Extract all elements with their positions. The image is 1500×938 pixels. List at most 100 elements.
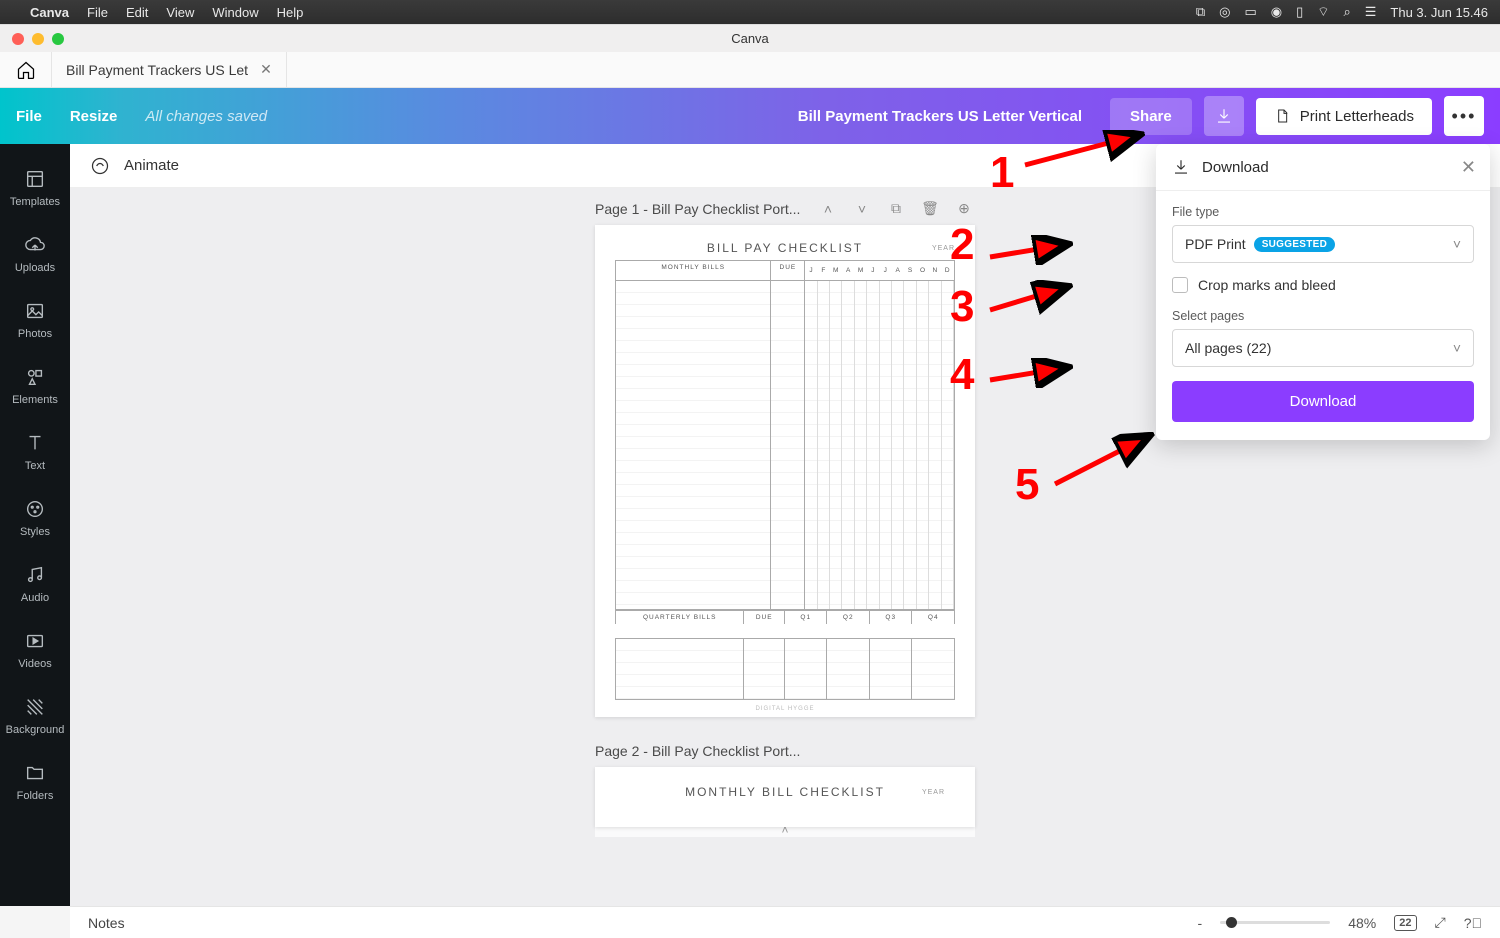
crop-marks-checkbox[interactable] xyxy=(1172,277,1188,293)
tool-sidepanel: Templates Uploads Photos Elements Text S… xyxy=(0,144,70,906)
annotation-1: 1 xyxy=(990,148,1014,198)
page-2-heading: MONTHLY BILL CHECKLIST xyxy=(615,785,955,799)
styles-icon xyxy=(24,498,46,520)
download-panel: Download ✕ File type PDF Print SUGGESTED… xyxy=(1156,144,1490,440)
more-options-button[interactable]: ••• xyxy=(1444,96,1484,136)
sidepanel-elements[interactable]: Elements xyxy=(0,356,70,416)
wifi-icon[interactable]: ⌔ xyxy=(1317,4,1329,20)
editor-actionbar: File Resize All changes saved Bill Payme… xyxy=(0,88,1500,144)
macos-menubar: Canva File Edit View Window Help ⧉ ◎ ▭ ◉… xyxy=(0,0,1500,24)
page-2-label[interactable]: Page 2 - Bill Pay Checklist Port... xyxy=(595,743,975,759)
sidepanel-styles[interactable]: Styles xyxy=(0,488,70,548)
menu-view[interactable]: View xyxy=(166,5,194,20)
annotation-3: 3 xyxy=(950,282,974,332)
menu-edit[interactable]: Edit xyxy=(126,5,148,20)
templates-icon xyxy=(24,168,46,190)
page-up-icon[interactable]: ˄ xyxy=(817,201,839,217)
panel-title: Download xyxy=(1202,159,1269,176)
download-button[interactable] xyxy=(1204,96,1244,136)
notes-button[interactable]: Notes xyxy=(88,915,125,931)
tab-document[interactable]: Bill Payment Trackers US Let ✕ xyxy=(52,52,287,88)
page-1-header: Page 1 - Bill Pay Checklist Port... ˄ ˅ … xyxy=(595,188,975,225)
minimize-window-icon[interactable] xyxy=(32,33,44,45)
animate-button[interactable]: Animate xyxy=(124,157,179,174)
uploads-icon xyxy=(24,234,46,256)
download-submit-button[interactable]: Download xyxy=(1172,381,1474,422)
close-panel-icon[interactable]: ✕ xyxy=(1461,157,1476,178)
file-menu[interactable]: File xyxy=(16,108,42,125)
annotation-arrow-1 xyxy=(1020,130,1150,170)
page-1[interactable]: BILL PAY CHECKLIST YEAR MONTHLY BILLS DU… xyxy=(595,225,975,717)
home-button[interactable] xyxy=(0,52,52,88)
clock[interactable]: Thu 3. Jun 15.46 xyxy=(1390,5,1488,20)
page-brand: DIGITAL HYGGE xyxy=(615,706,955,712)
fullscreen-window-icon[interactable] xyxy=(52,33,64,45)
page-1-label[interactable]: Page 1 - Bill Pay Checklist Port... xyxy=(595,201,805,217)
file-type-select[interactable]: PDF Print SUGGESTED ˅ xyxy=(1172,225,1474,263)
duplicate-page-icon[interactable]: ⧉ xyxy=(885,200,907,217)
select-pages-value: All pages (22) xyxy=(1185,340,1271,356)
app-name[interactable]: Canva xyxy=(30,5,69,20)
tabstrip: Bill Payment Trackers US Let ✕ xyxy=(0,52,1500,88)
folders-icon xyxy=(24,762,46,784)
print-letterheads-button[interactable]: Print Letterheads xyxy=(1256,98,1432,135)
fullscreen-icon[interactable]: ⤢ xyxy=(1435,914,1446,931)
close-window-icon[interactable] xyxy=(12,33,24,45)
sidepanel-folders[interactable]: Folders xyxy=(0,752,70,812)
spotlight-icon[interactable]: ⌕ xyxy=(1343,4,1350,20)
page-down-icon[interactable]: ˅ xyxy=(851,201,873,217)
file-type-label: File type xyxy=(1172,205,1474,219)
annotation-2: 2 xyxy=(950,220,974,270)
window-titlebar: Canva xyxy=(0,24,1500,52)
help-icon[interactable]: ?⃝ xyxy=(1464,915,1482,931)
suggested-badge: SUGGESTED xyxy=(1254,237,1336,252)
chevron-down-icon: ˅ xyxy=(1453,236,1461,252)
add-page-icon[interactable]: ⊕ xyxy=(953,200,975,217)
record-icon[interactable]: ◉ xyxy=(1271,4,1282,20)
share-button[interactable]: Share xyxy=(1110,98,1192,135)
sidepanel-uploads[interactable]: Uploads xyxy=(0,224,70,284)
tab-close-icon[interactable]: ✕ xyxy=(260,61,272,78)
select-pages-select[interactable]: All pages (22) ˅ xyxy=(1172,329,1474,367)
zoom-value[interactable]: 48% xyxy=(1348,915,1376,931)
resize-menu[interactable]: Resize xyxy=(70,108,118,125)
annotation-4: 4 xyxy=(950,350,974,400)
home-icon xyxy=(16,60,36,80)
page-2[interactable]: MONTHLY BILL CHECKLIST YEAR xyxy=(595,767,975,827)
annotation-arrow-5 xyxy=(1050,432,1160,492)
traffic-lights[interactable] xyxy=(0,33,64,45)
sidepanel-background[interactable]: Background xyxy=(0,686,70,746)
dropbox-icon[interactable]: ⧉ xyxy=(1196,4,1205,20)
page-2-header: Page 2 - Bill Pay Checklist Port... xyxy=(595,731,975,767)
save-status: All changes saved xyxy=(145,108,267,125)
menu-file[interactable]: File xyxy=(87,5,108,20)
battery-icon[interactable]: ▯ xyxy=(1296,4,1303,20)
document-title: Bill Payment Trackers US Letter Vertical xyxy=(798,108,1082,125)
status-bar: Notes - 48% 22 ⤢ ?⃝ xyxy=(70,906,1500,938)
print-button-label: Print Letterheads xyxy=(1300,108,1414,125)
photos-icon xyxy=(24,300,46,322)
control-center-icon[interactable]: ☰ xyxy=(1365,4,1377,20)
audio-icon xyxy=(24,564,46,586)
crop-marks-checkbox-row[interactable]: Crop marks and bleed xyxy=(1172,277,1474,293)
menu-help[interactable]: Help xyxy=(277,5,304,20)
background-icon xyxy=(24,696,46,718)
download-icon xyxy=(1215,107,1233,125)
sidepanel-text[interactable]: Text xyxy=(0,422,70,482)
flag-icon[interactable]: ▭ xyxy=(1244,4,1256,20)
sidepanel-audio[interactable]: Audio xyxy=(0,554,70,614)
annotation-arrow-3 xyxy=(985,280,1075,320)
sidepanel-videos[interactable]: Videos xyxy=(0,620,70,680)
delete-page-icon[interactable]: 🗑 xyxy=(919,200,941,217)
tab-title: Bill Payment Trackers US Let xyxy=(66,62,248,78)
zoom-slider[interactable] xyxy=(1220,921,1330,924)
text-icon xyxy=(24,432,46,454)
download-icon xyxy=(1172,158,1190,176)
menu-window[interactable]: Window xyxy=(212,5,258,20)
sidepanel-photos[interactable]: Photos xyxy=(0,290,70,350)
page-count-button[interactable]: 22 xyxy=(1394,915,1416,931)
annotation-arrow-2 xyxy=(985,235,1075,265)
animate-icon xyxy=(90,156,110,176)
sidepanel-templates[interactable]: Templates xyxy=(0,158,70,218)
cc-icon[interactable]: ◎ xyxy=(1219,4,1230,20)
